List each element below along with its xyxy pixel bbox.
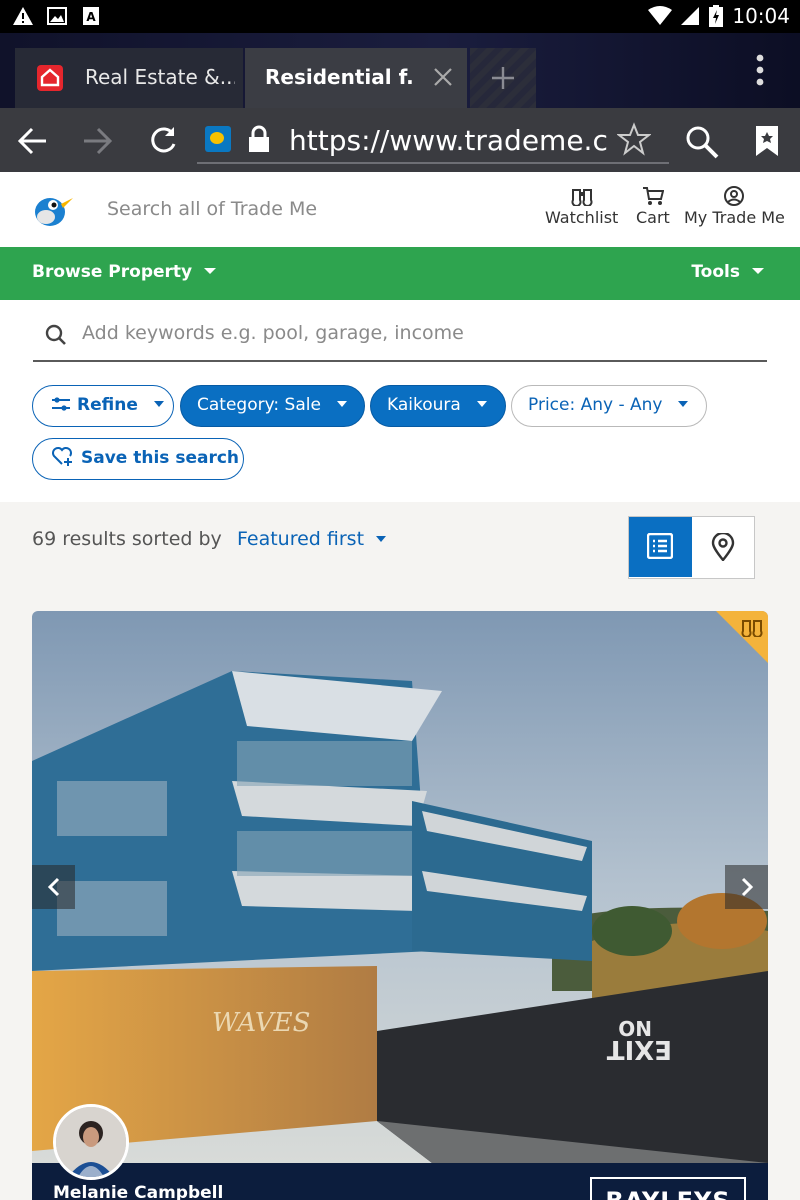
watchlist-label: Watchlist <box>545 208 619 227</box>
price-filter[interactable]: Price: Any - Any <box>511 385 707 427</box>
chevron-down-icon <box>153 401 164 407</box>
cart-link[interactable]: Cart <box>636 186 670 227</box>
chevron-right-icon <box>741 877 754 897</box>
clock: 10:04 <box>732 4 790 28</box>
chevron-down-icon <box>204 268 217 274</box>
address-field[interactable]: https://www.trademe.co.nz <box>197 118 669 164</box>
svg-text:NO: NO <box>618 1016 652 1040</box>
forward-icon[interactable] <box>80 124 114 158</box>
category-label: Category: Sale <box>197 395 321 415</box>
refine-button[interactable]: Refine <box>32 385 174 427</box>
tools-label: Tools <box>691 262 740 282</box>
listing-photo[interactable]: WAVES EXIT NO <box>32 611 768 1163</box>
signal-icon <box>681 7 700 25</box>
close-icon[interactable] <box>430 64 456 90</box>
warning-icon <box>13 7 33 25</box>
bookmarks-icon[interactable] <box>752 124 782 158</box>
list-icon <box>647 533 673 559</box>
heart-plus-icon <box>52 447 72 466</box>
cart-icon <box>642 187 664 205</box>
battery-icon <box>709 5 724 27</box>
price-label: Price: Any - Any <box>528 395 663 415</box>
site-search-input[interactable]: Search all of Trade Me <box>107 198 317 220</box>
new-tab-button[interactable] <box>470 48 536 108</box>
browse-property-menu[interactable]: Browse Property <box>32 262 217 282</box>
status-bar: A 10:04 <box>0 0 800 33</box>
browse-property-label: Browse Property <box>32 262 193 282</box>
agent-bar: Melanie Campbell BAYLEYS <box>32 1163 768 1200</box>
next-photo-button[interactable] <box>725 865 768 909</box>
agent-photo <box>56 1107 126 1177</box>
category-filter[interactable]: Category: Sale <box>180 385 365 427</box>
chevron-down-icon <box>476 401 487 407</box>
user-icon <box>724 186 745 206</box>
chevron-down-icon <box>376 536 387 542</box>
binoculars-icon <box>571 189 593 206</box>
listing-card[interactable]: WAVES EXIT NO Melanie Campbell BAYLEYS <box>32 611 768 1200</box>
plus-icon <box>492 67 514 89</box>
sort-label: Featured first <box>237 528 365 550</box>
save-search-button[interactable]: Save this search <box>32 438 244 480</box>
tab-residential[interactable]: Residential f... <box>245 48 467 108</box>
lock-icon <box>249 125 269 152</box>
keyword-placeholder: Add keywords e.g. pool, garage, income <box>82 322 464 344</box>
trademe-kiwi-logo-icon[interactable] <box>33 192 73 228</box>
image-icon <box>47 7 67 25</box>
home-favicon-icon <box>37 65 63 91</box>
site-identity-icon <box>205 126 231 152</box>
wifi-icon <box>648 6 673 25</box>
tools-menu[interactable]: Tools <box>691 262 764 282</box>
url-bar: https://www.trademe.co.nz <box>0 108 800 172</box>
tab-strip: Real Estate &... Residential f... <box>0 33 800 108</box>
sort-dropdown[interactable]: Featured first <box>237 528 387 550</box>
property-nav-bar: Browse Property Tools <box>0 247 800 300</box>
chevron-down-icon <box>752 268 764 274</box>
agency-logo: BAYLEYS <box>590 1177 746 1200</box>
binoculars-icon[interactable] <box>741 617 763 637</box>
chevron-down-icon <box>678 401 689 407</box>
search-icon[interactable] <box>684 124 720 160</box>
site-header: Search all of Trade Me Watchlist Cart My… <box>0 172 800 247</box>
watchlist-link[interactable]: Watchlist <box>545 186 618 227</box>
map-pin-icon <box>711 533 735 561</box>
bookmark-star-icon[interactable] <box>617 122 651 156</box>
tab-label: Residential f... <box>265 65 415 89</box>
refine-label: Refine <box>77 395 138 415</box>
region-label: Kaikoura <box>387 395 461 415</box>
view-toggle <box>628 516 755 579</box>
overflow-menu-icon[interactable] <box>750 53 770 87</box>
font-icon: A <box>83 7 99 25</box>
chevron-down-icon <box>336 401 347 407</box>
url-text: https://www.trademe.co.nz <box>289 124 607 157</box>
chevron-left-icon <box>47 877 60 897</box>
save-search-label: Save this search <box>81 448 240 468</box>
my-trade-me-label: My Trade Me <box>684 208 785 227</box>
my-trade-me-link[interactable]: My Trade Me <box>684 186 785 227</box>
sign-text: WAVES <box>212 1008 310 1038</box>
tab-label: Real Estate &... <box>85 65 235 89</box>
search-icon <box>45 324 66 345</box>
svg-text:A: A <box>86 10 96 24</box>
agent-name: Melanie Campbell <box>53 1183 224 1200</box>
region-filter[interactable]: Kaikoura <box>370 385 506 427</box>
back-icon[interactable] <box>16 124 50 158</box>
tab-real-estate[interactable]: Real Estate &... <box>15 48 243 108</box>
sliders-icon <box>52 397 70 411</box>
reload-icon[interactable] <box>146 124 180 158</box>
keyword-search-input[interactable]: Add keywords e.g. pool, garage, income <box>33 314 767 362</box>
list-view-button[interactable] <box>629 517 692 577</box>
agent-avatar <box>53 1104 129 1180</box>
filter-panel: Add keywords e.g. pool, garage, income R… <box>0 300 800 502</box>
cart-label: Cart <box>636 208 670 227</box>
results-count: 69 results sorted by <box>32 528 222 550</box>
previous-photo-button[interactable] <box>32 865 75 909</box>
building-photo: WAVES EXIT NO <box>32 611 768 1163</box>
